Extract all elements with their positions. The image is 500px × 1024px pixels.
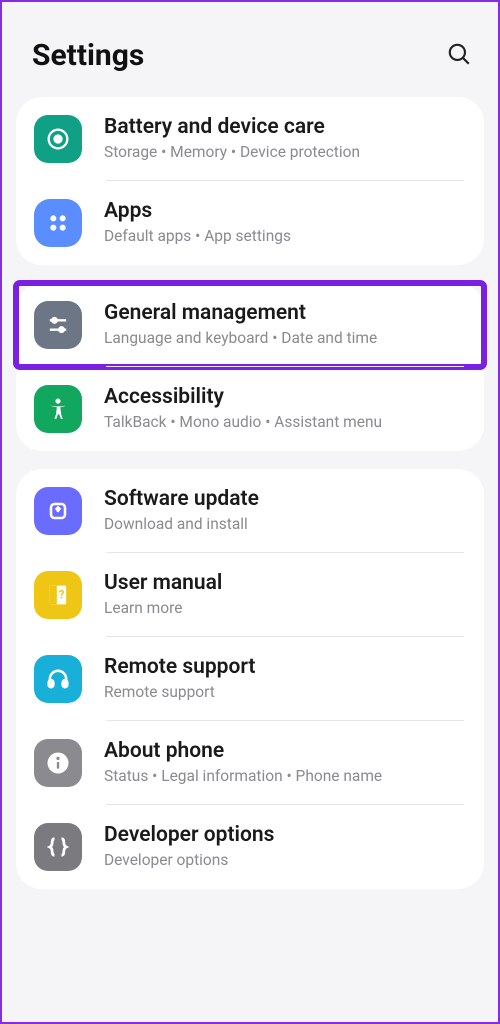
- headset-icon: [34, 655, 82, 703]
- apps-icon: [34, 199, 82, 247]
- settings-item-title: About phone: [104, 739, 466, 763]
- settings-item-title: Developer options: [104, 823, 466, 847]
- settings-item-about-phone[interactable]: About phone Status • Legal information •…: [16, 721, 484, 805]
- settings-item-apps[interactable]: Apps Default apps • App settings: [16, 181, 484, 265]
- settings-item-text: User manual Learn more: [104, 571, 466, 618]
- settings-item-sub: Download and install: [104, 514, 466, 534]
- settings-item-title: Apps: [104, 199, 466, 223]
- settings-item-title: Remote support: [104, 655, 466, 679]
- settings-screen: Settings Battery and device care Storage…: [2, 2, 498, 889]
- settings-group: Battery and device care Storage • Memory…: [16, 97, 484, 265]
- accessibility-icon: [34, 385, 82, 433]
- settings-item-text: About phone Status • Legal information •…: [104, 739, 466, 786]
- battery-care-icon: [34, 115, 82, 163]
- settings-item-sub: Default apps • App settings: [104, 226, 466, 246]
- info-icon: [34, 739, 82, 787]
- settings-item-sub: Developer options: [104, 850, 466, 870]
- settings-item-sub: Language and keyboard • Date and time: [104, 328, 466, 348]
- settings-item-general-management[interactable]: General management Language and keyboard…: [16, 283, 484, 367]
- settings-item-text: Accessibility TalkBack • Mono audio • As…: [104, 385, 466, 432]
- update-icon: [34, 487, 82, 535]
- settings-item-text: Remote support Remote support: [104, 655, 466, 702]
- svg-text:?: ?: [59, 588, 65, 602]
- search-icon: [446, 52, 472, 71]
- manual-icon: ?: [34, 571, 82, 619]
- settings-item-title: Software update: [104, 487, 466, 511]
- settings-item-text: Software update Download and install: [104, 487, 466, 534]
- settings-item-title: Battery and device care: [104, 115, 466, 139]
- settings-item-sub: TalkBack • Mono audio • Assistant menu: [104, 412, 466, 432]
- settings-item-user-manual[interactable]: ? User manual Learn more: [16, 553, 484, 637]
- settings-item-text: Developer options Developer options: [104, 823, 466, 870]
- search-button[interactable]: [446, 41, 472, 71]
- settings-item-text: Apps Default apps • App settings: [104, 199, 466, 246]
- sliders-icon: [34, 301, 82, 349]
- settings-item-remote-support[interactable]: Remote support Remote support: [16, 637, 484, 721]
- settings-item-developer-options[interactable]: Developer options Developer options: [16, 805, 484, 889]
- settings-item-text: General management Language and keyboard…: [104, 301, 466, 348]
- settings-item-sub: Learn more: [104, 598, 466, 618]
- settings-item-sub: Status • Legal information • Phone name: [104, 766, 466, 786]
- settings-item-text: Battery and device care Storage • Memory…: [104, 115, 466, 162]
- settings-item-title: General management: [104, 301, 466, 325]
- settings-item-sub: Remote support: [104, 682, 466, 702]
- settings-item-battery[interactable]: Battery and device care Storage • Memory…: [16, 97, 484, 181]
- settings-item-software-update[interactable]: Software update Download and install: [16, 469, 484, 553]
- settings-group: General management Language and keyboard…: [16, 283, 484, 451]
- settings-item-sub: Storage • Memory • Device protection: [104, 142, 466, 162]
- page-title: Settings: [32, 38, 144, 73]
- header: Settings: [16, 14, 484, 97]
- settings-item-title: Accessibility: [104, 385, 466, 409]
- settings-group: Software update Download and install ? U…: [16, 469, 484, 889]
- settings-item-title: User manual: [104, 571, 466, 595]
- settings-item-accessibility[interactable]: Accessibility TalkBack • Mono audio • As…: [16, 367, 484, 451]
- code-braces-icon: [34, 823, 82, 871]
